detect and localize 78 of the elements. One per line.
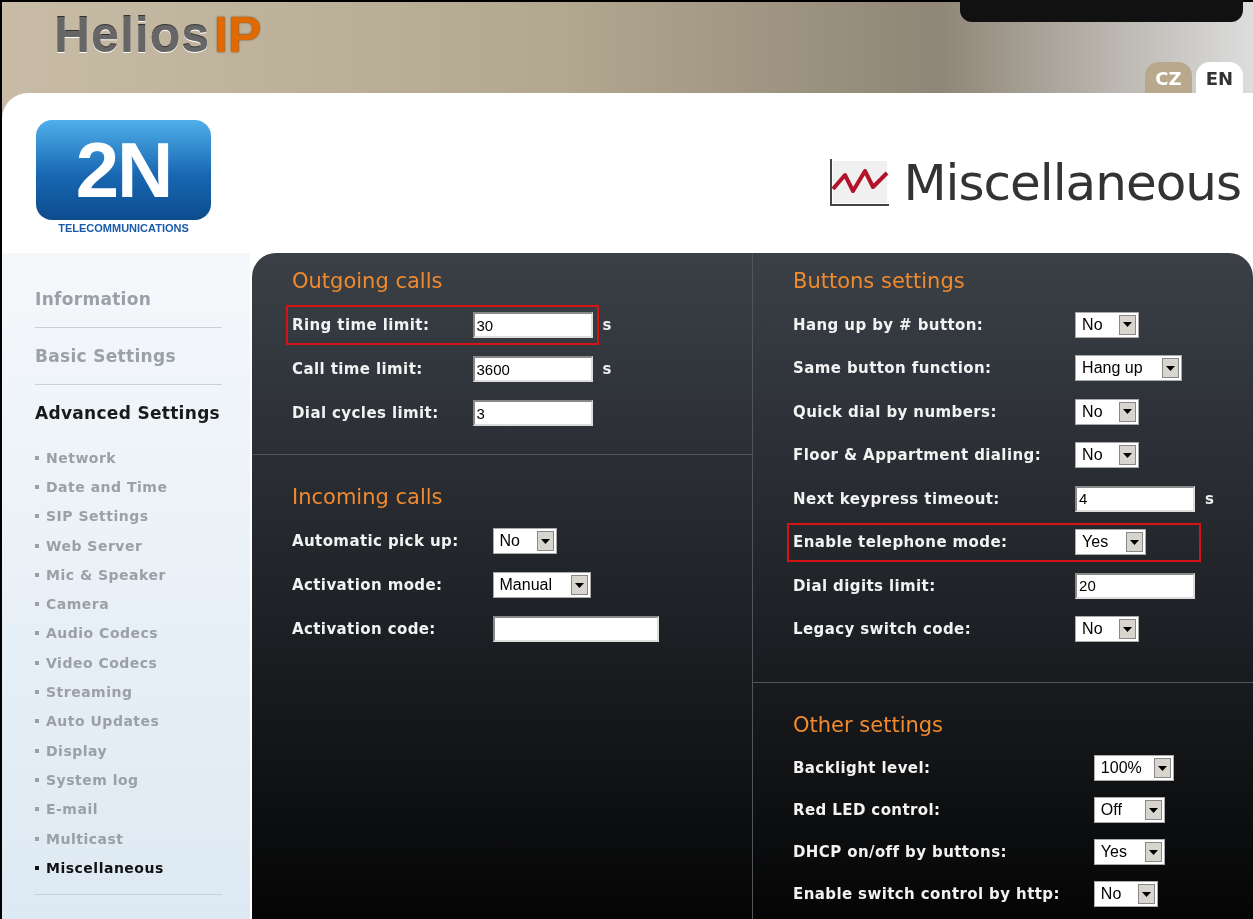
bullet-icon	[35, 807, 39, 812]
bullet-icon	[35, 514, 39, 519]
caret-icon	[1119, 401, 1137, 422]
brand-logo: 2N	[36, 120, 211, 220]
section-heading: Buttons settings	[793, 269, 966, 293]
field-label: Dial cycles limit:	[292, 404, 439, 422]
brand-tagline: TELECOMMUNICATIONS	[58, 222, 189, 234]
unit-label: s	[1205, 489, 1215, 508]
section-heading: Incoming calls	[292, 485, 444, 509]
bullet-icon	[35, 748, 39, 753]
bullet-icon	[35, 543, 39, 548]
bullet-icon	[35, 631, 39, 636]
dropdown[interactable]: No	[1075, 442, 1140, 469]
bullet-icon	[35, 455, 39, 460]
field-label: DHCP on/off by buttons:	[793, 843, 1008, 861]
field-label: Floor & Appartment dialing:	[793, 446, 1042, 465]
page-title: Miscellaneous	[903, 154, 1241, 212]
caret-icon	[570, 575, 588, 595]
caret-icon	[1162, 358, 1180, 379]
text-field[interactable]: 3600	[472, 356, 593, 382]
field-label: Red LED control:	[793, 801, 942, 819]
nav-subitem[interactable]: Miscellaneous	[46, 859, 164, 876]
dropdown[interactable]: No	[1075, 311, 1140, 338]
unit-label: s	[602, 360, 613, 378]
bullet-icon	[35, 690, 39, 694]
field-label: Enable telephone mode:	[793, 533, 1009, 552]
caret-icon	[1144, 800, 1162, 820]
bullet-icon	[35, 484, 39, 489]
text-field[interactable]: 30	[472, 312, 593, 338]
bullet-icon	[35, 660, 39, 665]
field-label: Automatic pick up:	[292, 532, 459, 550]
unit-label: s	[602, 316, 613, 334]
caret-icon	[1119, 619, 1137, 640]
nav-item[interactable]: Advanced Settings	[35, 397, 250, 429]
caret-icon	[1119, 314, 1137, 335]
text-field[interactable]	[492, 616, 659, 642]
dropdown[interactable]: No	[1075, 616, 1140, 643]
language-tab[interactable]: EN	[1195, 62, 1243, 93]
field-label: Quick dial by numbers:	[793, 402, 998, 421]
text-field[interactable]: 4	[1075, 485, 1196, 512]
field-label: Activation code:	[292, 620, 437, 638]
text-field[interactable]: 3	[472, 400, 593, 426]
field-label: Same button function:	[793, 359, 993, 378]
dropdown[interactable]: Manual	[492, 572, 591, 598]
caret-icon	[536, 531, 554, 551]
field-label: Ring time limit:	[292, 316, 431, 334]
dropdown[interactable]: Off	[1093, 797, 1165, 823]
bullet-icon	[35, 836, 39, 841]
bullet-icon	[35, 865, 39, 870]
field-label: Backlight level:	[793, 759, 932, 777]
field-label: Enable switch control by http:	[793, 885, 1060, 903]
field-label: Hang up by # button:	[793, 315, 985, 334]
caret-icon	[1119, 445, 1137, 466]
field-label: Legacy switch code:	[793, 620, 973, 639]
section-heading: Outgoing calls	[292, 269, 444, 293]
field-label: Activation mode:	[292, 576, 444, 594]
field-label: Call time limit:	[292, 360, 424, 378]
caret-icon	[1144, 842, 1162, 862]
bullet-icon	[35, 719, 39, 724]
dropdown[interactable]: Hang up	[1075, 355, 1183, 382]
logo-text: IP	[214, 6, 262, 64]
dropdown[interactable]: No	[1093, 881, 1158, 907]
bullet-icon	[35, 572, 39, 577]
dropdown[interactable]: No	[1075, 398, 1140, 425]
bullet-icon	[35, 602, 39, 607]
dropdown[interactable]: Yes	[1093, 839, 1165, 865]
logo-text: Helios	[54, 6, 211, 64]
section-heading: Other settings	[793, 713, 945, 737]
caret-icon	[1126, 532, 1144, 553]
dropdown[interactable]: No	[492, 528, 557, 554]
bullet-icon	[35, 777, 39, 782]
field-label: Next keypress timeout:	[793, 489, 1001, 508]
caret-icon	[1153, 758, 1171, 778]
dropdown[interactable]: 100%	[1093, 755, 1174, 781]
text-field[interactable]: 20	[1075, 572, 1196, 599]
field-label: Dial digits limit:	[793, 576, 937, 595]
dropdown[interactable]: Yes	[1075, 529, 1147, 556]
caret-icon	[1137, 884, 1155, 904]
